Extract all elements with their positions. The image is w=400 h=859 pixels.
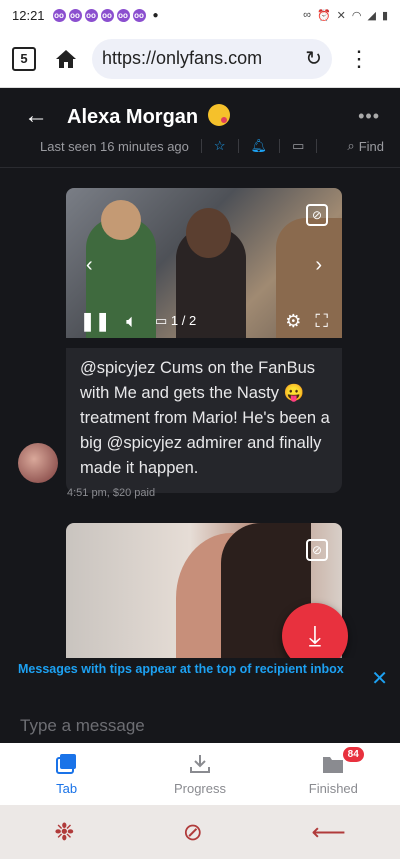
download-icon: ⤓ <box>308 620 322 651</box>
fullscreen-icon[interactable]: ⛶ <box>315 311 328 332</box>
folder-icon <box>323 756 344 773</box>
contact-name[interactable]: Alexa Morgan <box>67 104 230 129</box>
download-manager-bar: Tab Progress Finished 84 <box>0 743 400 805</box>
tag-off-icon[interactable]: ⊘ <box>306 204 328 226</box>
chat-view: ← Alexa Morgan ••• Last seen 16 minutes … <box>0 88 400 743</box>
media-gallery-icon[interactable]: ▭ <box>292 138 304 154</box>
browser-menu-icon[interactable]: ⋮ <box>348 47 370 70</box>
media-counter: ▭ 1 / 2 <box>154 313 197 328</box>
notification-icon: oo <box>52 8 66 22</box>
more-options-icon[interactable]: ••• <box>358 106 380 127</box>
notification-icon: oo <box>68 8 82 22</box>
find-button[interactable]: ⌕ Find <box>347 138 384 154</box>
chat-header: ← Alexa Morgan ••• Last seen 16 minutes … <box>0 88 400 168</box>
back-icon[interactable]: ⟵ <box>311 818 345 847</box>
settings-gear-icon[interactable]: ⚙ <box>285 311 301 332</box>
finished-button[interactable]: Finished 84 <box>267 743 400 805</box>
clock: 12:21 <box>12 7 45 23</box>
notification-icon: oo <box>100 8 114 22</box>
message-meta: 4:51 pm, $20 paid <box>67 487 156 499</box>
kiss-emoji-icon <box>207 104 230 126</box>
link-icon: ∞ <box>303 9 311 21</box>
signal-icon: ◢ <box>367 9 376 22</box>
pause-icon[interactable]: ❚❚ <box>80 311 110 332</box>
reload-icon[interactable]: ↻ <box>305 46 322 71</box>
alarm-icon: ⏰ <box>316 9 331 22</box>
mute-icon: ✕ <box>336 9 346 22</box>
volume-icon[interactable]: 🔈︎ <box>126 311 137 332</box>
chevron-left-icon[interactable]: ‹ <box>86 254 93 277</box>
search-icon: ⌕ <box>347 138 355 153</box>
progress-button[interactable]: Progress <box>133 743 266 805</box>
tab-button[interactable]: Tab <box>0 743 133 805</box>
tag-off-icon[interactable]: ⊘ <box>306 539 328 561</box>
bell-icon[interactable]: 🔔︎ <box>251 138 268 154</box>
wifi-icon: ◠ <box>351 9 362 22</box>
more-notifications-icon: ● <box>152 9 159 21</box>
message-media-video[interactable]: ⊘ ‹ › ❚❚ 🔈︎ ▭ 1 / 2 ⚙ ⛶ <box>66 188 342 338</box>
finished-count-badge: 84 <box>342 747 364 762</box>
last-seen: Last seen 16 minutes ago <box>40 138 189 154</box>
tip-notice: Messages with tips appear at the top of … <box>0 658 400 700</box>
notification-icons: oo oo oo oo oo oo ● <box>52 8 159 22</box>
back-arrow-icon[interactable]: ← <box>24 102 48 130</box>
recent-apps-icon[interactable]: ❉ <box>54 818 74 847</box>
notification-icon: oo <box>84 8 98 22</box>
battery-icon: ▮ <box>381 9 388 22</box>
system-icons: ∞ ⏰ ✕ ◠ ◢ ▮ <box>303 9 388 22</box>
address-bar[interactable]: https://onlyfans.com ↻ <box>92 38 332 79</box>
message-text: @spicyjez Cums on the FanBus with Me and… <box>66 348 342 493</box>
browser-toolbar: 5 https://onlyfans.com ↻ ⋮ <box>0 30 400 88</box>
home-circle-icon[interactable]: ⊘ <box>183 818 203 847</box>
notification-icon: oo <box>132 8 146 22</box>
message-input[interactable]: Type a message <box>0 716 400 743</box>
system-nav-bar: ❉ ⊘ ⟵ <box>0 805 400 859</box>
video-icon: ▭ <box>154 313 168 328</box>
download-icon <box>189 754 210 773</box>
chat-subheader: Last seen 16 minutes ago ☆ 🔔︎ ▭ ⌕ Find <box>40 138 384 154</box>
tab-switcher-button[interactable]: 5 <box>12 46 36 71</box>
video-controls: ❚❚ 🔈︎ ▭ 1 / 2 ⚙ ⛶ <box>66 304 342 338</box>
status-bar: 12:21 oo oo oo oo oo oo ● ∞ ⏰ ✕ ◠ ◢ ▮ <box>0 0 400 30</box>
tab-copy-icon <box>55 753 76 774</box>
home-icon[interactable] <box>54 47 78 71</box>
url-text: https://onlyfans.com <box>102 48 263 68</box>
star-icon[interactable]: ☆ <box>214 138 226 154</box>
avatar[interactable] <box>18 443 58 483</box>
close-icon[interactable]: ✕ <box>371 666 388 691</box>
chevron-right-icon[interactable]: › <box>315 254 322 277</box>
notification-icon: oo <box>116 8 130 22</box>
